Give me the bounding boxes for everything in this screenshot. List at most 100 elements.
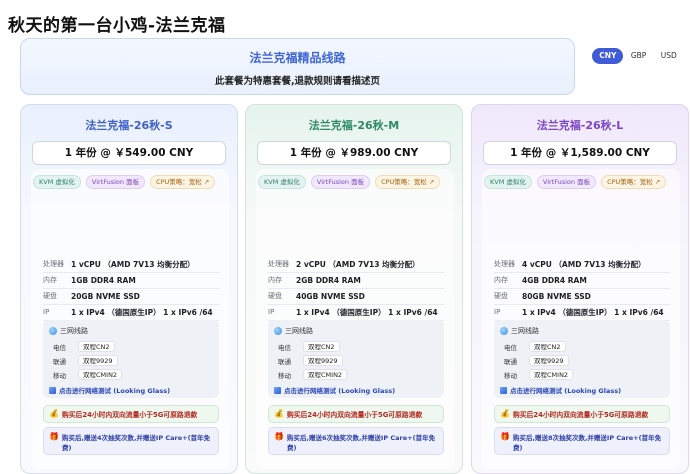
tag-virtfusion: VirtFusion 面板 — [536, 175, 597, 189]
currency-gbp[interactable]: GBP — [624, 48, 653, 64]
spec-value: 4 vCPU （AMD 7V13 均衡分配） — [522, 259, 646, 269]
spec-value: 1 x IPv4 （德国原生IP） 1 x IPv6 /64 — [71, 307, 213, 317]
cpu-row: 处理器 4 vCPU （AMD 7V13 均衡分配） — [494, 258, 646, 270]
ip-row: IP 1 x IPv4 （德国原生IP） 1 x IPv6 /64 — [494, 306, 664, 318]
route-telecom: 双程CN2 — [78, 341, 115, 352]
ip-row: IP 1 x IPv4 （德国原生IP） 1 x IPv6 /64 — [43, 306, 213, 318]
looking-glass-text: 点击进行网络测试 (Looking Glass) — [59, 387, 171, 395]
currency-switcher: CNY GBP USD — [590, 44, 686, 68]
isp-unicom: 联通 — [53, 358, 66, 366]
network-title: 三网线路 — [49, 326, 88, 336]
disk-row: 硬盘 80GB NVME SSD — [494, 290, 591, 302]
refund-notice: 💰 购买后24小时内双向流量小于5G可原路退款 — [43, 405, 219, 423]
divider — [494, 272, 670, 273]
isp-telecom: 电信 — [53, 344, 66, 352]
plan-details-panel — [31, 169, 229, 469]
globe-icon — [49, 327, 57, 335]
spec-value: 1 x IPv4 （德国原生IP） 1 x IPv6 /64 — [522, 307, 664, 317]
tag-cpu-policy[interactable]: CPU策略：宽松 ↗ — [150, 175, 216, 189]
gift-notice: 🎁 购买后,赠送6次抽奖次数,并赠送IP Care+(首年免费) — [268, 427, 444, 455]
gift-icon: 🎁 — [274, 432, 284, 441]
isp-telecom: 电信 — [278, 344, 291, 352]
spec-value: 1GB DDR4 RAM — [71, 275, 136, 285]
tag-kvm: KVM 虚拟化 — [33, 175, 81, 189]
spec-value: 40GB NVME SSD — [296, 291, 365, 301]
tag-kvm: KVM 虚拟化 — [258, 175, 306, 189]
looking-glass-link[interactable]: 点击进行网络测试 (Looking Glass) — [49, 385, 170, 395]
page-title: 秋天的第一台小鸡-法兰克福 — [8, 16, 226, 36]
isp-mobile: 移动 — [504, 372, 517, 380]
plan-card-s[interactable]: 法兰克福-26秋-S 1 年份 @ ￥549.00 CNY KVM 虚拟化 Vir… — [20, 104, 238, 474]
isp-mobile: 移动 — [53, 372, 66, 380]
plan-name: 法兰克福-26秋-S — [85, 119, 173, 132]
refund-notice: 💰 购买后24小时内双向流量小于5G可原路退款 — [494, 405, 670, 423]
looking-glass-link[interactable]: 点击进行网络测试 (Looking Glass) — [274, 385, 395, 395]
plan-details-panel — [482, 169, 680, 469]
divider — [43, 304, 219, 305]
gift-icon: 🎁 — [49, 432, 59, 441]
route-telecom: 双程CN2 — [303, 341, 340, 352]
plan-details-panel — [256, 169, 454, 469]
route-unicom: 双程9929 — [78, 355, 118, 366]
refund-notice-text: 购买后24小时内双向流量小于5G可原路退款 — [61, 411, 198, 419]
spec-label: 处理器 — [43, 260, 64, 268]
plan-card-m[interactable]: 法兰克福-26秋-M 1 年份 @ ￥989.00 CNY KVM 虚拟化 Vir… — [245, 104, 463, 474]
spec-label: 内存 — [43, 276, 57, 284]
isp-unicom: 联通 — [504, 358, 517, 366]
plan-tags: KVM 虚拟化 VirtFusion 面板 CPU策略：宽松 ↗ — [258, 175, 441, 189]
network-title-text: 三网线路 — [285, 327, 313, 335]
plan-price[interactable]: 1 年份 @ ￥549.00 CNY — [32, 141, 226, 165]
tag-kvm: KVM 虚拟化 — [484, 175, 532, 189]
banner-title: 法兰克福精品线路 — [249, 51, 346, 65]
spec-value: 2 vCPU （AMD 7V13 均衡分配） — [296, 259, 420, 269]
route-mobile: 双程CMIN2 — [303, 369, 348, 380]
ram-row: 内存 4GB DDR4 RAM — [494, 274, 587, 286]
gift-notice: 🎁 购买后,赠送4次抽奖次数,并赠送IP Care+(首年免费) — [43, 427, 219, 455]
money-bag-icon: 💰 — [274, 409, 284, 418]
spec-value: 80GB NVME SSD — [522, 291, 591, 301]
ram-row: 内存 1GB DDR4 RAM — [43, 274, 136, 286]
network-title-text: 三网线路 — [511, 327, 539, 335]
route-mobile: 双程CMIN2 — [78, 369, 123, 380]
chart-icon — [274, 386, 281, 394]
banner-subtitle: 此套餐为特惠套餐,退款规则请看描述页 — [214, 76, 381, 87]
network-title-text: 三网线路 — [60, 327, 88, 335]
disk-row: 硬盘 40GB NVME SSD — [268, 290, 365, 302]
tag-cpu-policy[interactable]: CPU策略：宽松 ↗ — [375, 175, 441, 189]
isp-telecom: 电信 — [504, 344, 517, 352]
spec-label: 处理器 — [494, 260, 515, 268]
currency-usd[interactable]: USD — [654, 48, 684, 64]
tag-virtfusion: VirtFusion 面板 — [85, 175, 146, 189]
spec-value: 20GB NVME SSD — [71, 291, 140, 301]
network-routes-panel: 三网线路 电信 双程CN2 联通 双程9929 移动 双程CMIN2 点击进行网… — [268, 320, 444, 398]
globe-icon — [274, 327, 282, 335]
divider — [268, 304, 444, 305]
network-routes-panel: 三网线路 电信 双程CN2 联通 双程9929 移动 双程CMIN2 点击进行网… — [43, 320, 219, 398]
money-bag-icon: 💰 — [500, 409, 510, 418]
isp-unicom: 联通 — [278, 358, 291, 366]
chart-icon — [49, 386, 56, 394]
gift-notice-text: 购买后,赠送8次抽奖次数,并赠送IP Care+(首年免费) — [512, 434, 662, 452]
route-mobile: 双程CMIN2 — [529, 369, 574, 380]
divider — [494, 288, 670, 289]
gift-notice: 🎁 购买后,赠送8次抽奖次数,并赠送IP Care+(首年免费) — [494, 427, 670, 455]
tag-virtfusion: VirtFusion 面板 — [310, 175, 371, 189]
currency-cny[interactable]: CNY — [592, 48, 624, 64]
spec-label: 内存 — [268, 276, 282, 284]
spec-label: 硬盘 — [43, 292, 57, 300]
divider — [268, 272, 444, 273]
plan-price[interactable]: 1 年份 @ ￥1,589.00 CNY — [483, 141, 677, 165]
gift-notice-text: 购买后,赠送6次抽奖次数,并赠送IP Care+(首年免费) — [286, 434, 436, 452]
looking-glass-link[interactable]: 点击进行网络测试 (Looking Glass) — [500, 385, 621, 395]
divider — [268, 288, 444, 289]
refund-notice-text: 购买后24小时内双向流量小于5G可原路退款 — [286, 411, 423, 419]
isp-mobile: 移动 — [278, 372, 291, 380]
plan-card-l[interactable]: 法兰克福-26秋-L 1 年份 @ ￥1,589.00 CNY KVM 虚拟化 V… — [471, 104, 689, 474]
gift-notice-text: 购买后,赠送4次抽奖次数,并赠送IP Care+(首年免费) — [61, 434, 211, 452]
gift-icon: 🎁 — [500, 432, 510, 441]
plan-price[interactable]: 1 年份 @ ￥989.00 CNY — [257, 141, 451, 165]
plan-name: 法兰克福-26秋-M — [308, 119, 400, 132]
banner: 法兰克福精品线路 此套餐为特惠套餐,退款规则请看描述页 — [20, 38, 575, 95]
tag-cpu-policy[interactable]: CPU策略：宽松 ↗ — [601, 175, 667, 189]
spec-label: 硬盘 — [494, 292, 508, 300]
